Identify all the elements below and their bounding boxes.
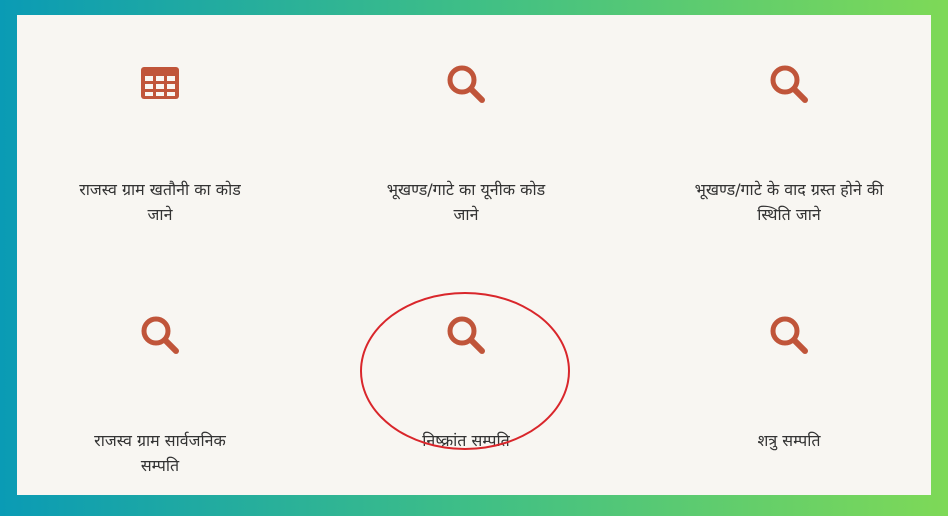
tile-label: निष्क्रांत सम्पति (422, 431, 510, 450)
tile-khatauni-code[interactable]: राजस्व ग्राम खतौनी का कोड जाने (10, 63, 310, 227)
tile-label: भूखण्ड/गाटे के वाद ग्रस्त होने की स्थिति… (694, 180, 884, 224)
search-icon (447, 316, 485, 354)
table-icon (141, 67, 179, 99)
search-icon (770, 65, 808, 103)
services-panel: राजस्व ग्राम खतौनी का कोड जाने भूखण्ड/गा… (17, 15, 931, 495)
search-icon (770, 316, 808, 354)
tile-label: राजस्व ग्राम खतौनी का कोड जाने (79, 180, 241, 224)
search-icon (447, 65, 485, 103)
search-icon (141, 316, 179, 354)
tile-label: राजस्व ग्राम सार्वजनिक सम्पति (94, 431, 226, 475)
tile-evacuee-property[interactable]: निष्क्रांत सम्पति (316, 314, 616, 453)
tile-dispute-status[interactable]: भूखण्ड/गाटे के वाद ग्रस्त होने की स्थिति… (639, 63, 939, 227)
tile-public-property[interactable]: राजस्व ग्राम सार्वजनिक सम्पति (10, 314, 310, 478)
tile-unique-code[interactable]: भूखण्ड/गाटे का यूनीक कोड जाने (316, 63, 616, 227)
services-grid: राजस्व ग्राम खतौनी का कोड जाने भूखण्ड/गा… (17, 15, 931, 495)
tile-label: शत्रु सम्पति (757, 431, 821, 450)
tile-label: भूखण्ड/गाटे का यूनीक कोड जाने (386, 180, 546, 224)
tile-enemy-property[interactable]: शत्रु सम्पति (639, 314, 939, 453)
